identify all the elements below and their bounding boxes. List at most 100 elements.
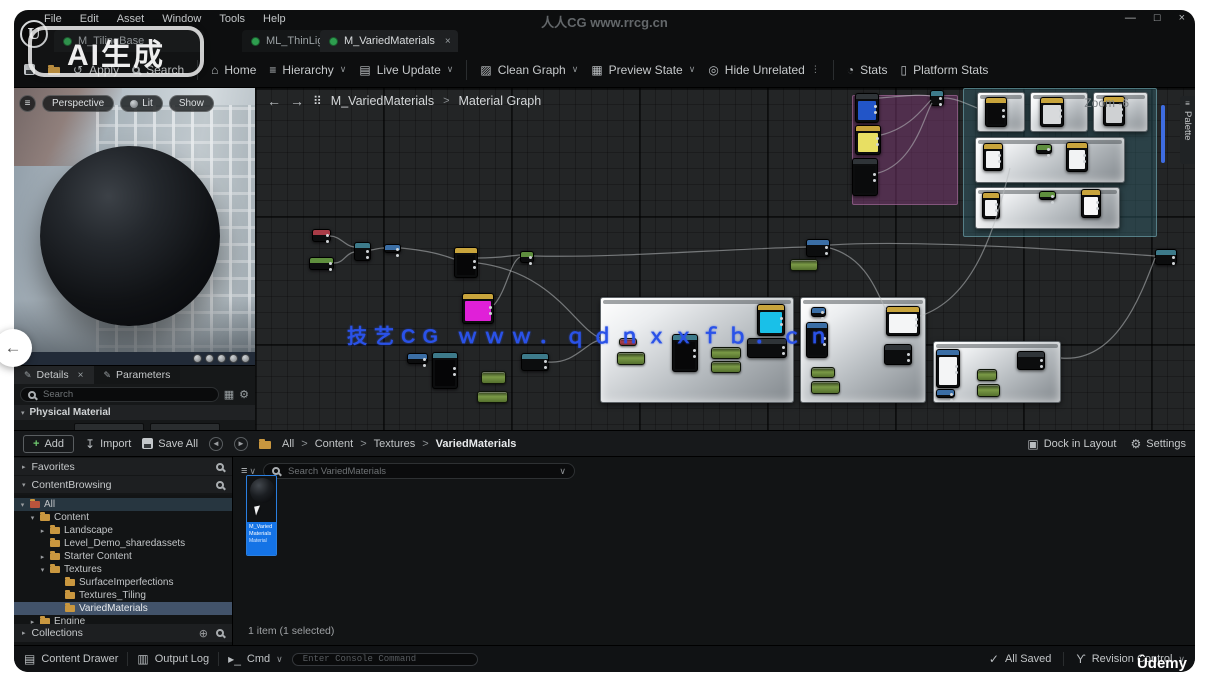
tab-close-icon[interactable]: ×	[78, 370, 84, 381]
tree-item-landscape[interactable]: ▸ Landscape	[14, 524, 232, 537]
material-node[interactable]	[407, 353, 428, 364]
back-arrow-icon[interactable]: ←	[267, 93, 281, 109]
perspective-button[interactable]: Perspective	[42, 95, 114, 112]
palette-tab[interactable]: ≡ Palette	[1180, 96, 1195, 164]
material-node[interactable]	[855, 125, 881, 155]
asset-view[interactable]: ≡∨ ∨ M_Varied Materials Material 1	[233, 457, 1195, 645]
sphere-mesh-icon[interactable]	[205, 354, 214, 363]
material-node[interactable]	[309, 257, 334, 270]
tab-details[interactable]: ✎ Details ×	[14, 366, 94, 384]
breadcrumb-page[interactable]: Material Graph	[459, 94, 542, 108]
chevron-down-icon[interactable]: ∨	[559, 466, 566, 477]
material-node[interactable]	[936, 389, 955, 398]
material-graph-canvas[interactable]: ← → ⠿ M_VariedMaterials > Material Graph…	[255, 88, 1195, 430]
menu-tools[interactable]: Tools	[219, 13, 245, 25]
parameter-node[interactable]	[477, 391, 508, 403]
parameter-node[interactable]	[481, 371, 506, 384]
parameter-node[interactable]	[790, 259, 818, 271]
favorites-header[interactable]: ▸ Favorites	[14, 458, 232, 475]
clean-graph-button[interactable]: ▨ Clean Graph ∨	[480, 63, 578, 77]
material-node[interactable]	[982, 192, 1000, 219]
material-node[interactable]	[520, 251, 534, 263]
import-button[interactable]: ↧ Import	[85, 437, 131, 451]
parameter-node[interactable]	[617, 352, 645, 365]
material-node[interactable]	[855, 93, 879, 123]
collections-header[interactable]: ▸ Collections ⊕	[14, 624, 232, 642]
tab-close-icon[interactable]: ×	[445, 36, 451, 47]
preview-sphere[interactable]	[40, 146, 220, 326]
parameter-node[interactable]	[811, 381, 840, 394]
home-button[interactable]: ⌂ Home	[211, 63, 256, 77]
material-node[interactable]	[930, 90, 944, 106]
palette-scrollbar[interactable]	[1161, 105, 1165, 163]
add-collection-icon[interactable]: ⊕	[199, 627, 208, 640]
parameter-node[interactable]	[977, 369, 997, 381]
hide-unrelated-button[interactable]: ◎ Hide Unrelated ⋮	[708, 63, 820, 77]
breadcrumb-asset[interactable]: M_VariedMaterials	[331, 94, 434, 108]
tree-item-textures[interactable]: ▾ Textures	[14, 563, 232, 576]
material-preview-viewport[interactable]: ≡ Perspective Lit Show	[14, 88, 255, 365]
asset-search-box[interactable]: ∨	[263, 463, 575, 479]
close-button[interactable]: ×	[1179, 12, 1185, 24]
lit-mode-button[interactable]: Lit	[120, 95, 163, 112]
menu-file[interactable]: File	[44, 13, 62, 25]
all-saved-button[interactable]: ✓ All Saved	[989, 652, 1052, 666]
platform-stats-button[interactable]: ▯ Platform Stats	[900, 63, 988, 77]
tab-varied-materials[interactable]: M_VariedMaterials ×	[320, 30, 458, 52]
material-node[interactable]	[936, 349, 960, 388]
dock-in-layout-button[interactable]: ▣ Dock in Layout	[1027, 437, 1116, 451]
material-node[interactable]	[886, 306, 920, 336]
content-drawer-button[interactable]: ▤ Content Drawer	[24, 652, 118, 666]
material-node[interactable]	[1017, 351, 1045, 370]
tree-item-content[interactable]: ▾ Content	[14, 511, 232, 524]
asset-search-input[interactable]	[286, 465, 553, 478]
preview-state-button[interactable]: ▦ Preview State ∨	[591, 63, 695, 77]
material-node[interactable]	[811, 307, 826, 317]
sources-header[interactable]: ▾ ContentBrowsing	[14, 476, 232, 493]
material-node[interactable]	[454, 247, 478, 278]
cmd-dropdown[interactable]: ▸_ Cmd ∨	[228, 652, 283, 666]
material-node[interactable]	[354, 242, 371, 261]
search-icon[interactable]	[216, 463, 224, 471]
parameter-node[interactable]	[977, 384, 1000, 397]
search-icon[interactable]	[216, 629, 224, 637]
stats-button[interactable]: ◔ Stats	[847, 63, 888, 77]
console-input-box[interactable]	[292, 653, 478, 666]
console-input[interactable]	[301, 653, 469, 665]
history-forward-icon[interactable]: ►	[234, 437, 248, 451]
details-search-box[interactable]	[20, 387, 219, 402]
forward-arrow-icon[interactable]: →	[290, 93, 304, 109]
tree-item-varied-materials[interactable]: VariedMaterials	[14, 602, 232, 615]
material-node[interactable]	[521, 353, 549, 371]
path-all[interactable]: All	[282, 438, 294, 450]
details-search-input[interactable]	[41, 388, 211, 401]
path-varied-materials[interactable]: VariedMaterials	[436, 438, 517, 450]
settings-button[interactable]: ⚙ Settings	[1130, 437, 1186, 451]
tree-item-all[interactable]: ▾ All	[14, 498, 232, 511]
save-all-button[interactable]: Save All	[142, 438, 198, 450]
material-node[interactable]	[1036, 144, 1052, 154]
tab-parameters[interactable]: ✎ Parameters	[94, 366, 181, 384]
maximize-button[interactable]: □	[1154, 12, 1161, 24]
show-button[interactable]: Show	[169, 95, 214, 112]
tree-item-surface-imperfections[interactable]: SurfaceImperfections	[14, 576, 232, 589]
material-node[interactable]	[1081, 189, 1101, 218]
minimize-button[interactable]: —	[1125, 12, 1136, 24]
asset-tile-varied-materials[interactable]: M_Varied Materials Material	[246, 475, 277, 556]
output-log-button[interactable]: ▥ Output Log	[137, 652, 209, 666]
search-icon[interactable]	[216, 481, 224, 489]
tree-item-level-demo[interactable]: Level_Demo_sharedassets	[14, 537, 232, 550]
cylinder-mesh-icon[interactable]	[193, 354, 202, 363]
menu-edit[interactable]: Edit	[80, 13, 99, 25]
material-node[interactable]	[1039, 191, 1056, 200]
material-node[interactable]	[1040, 97, 1064, 127]
path-textures[interactable]: Textures	[374, 438, 416, 450]
path-content[interactable]: Content	[315, 438, 354, 450]
history-back-icon[interactable]: ◄	[209, 437, 223, 451]
material-node[interactable]	[884, 344, 912, 365]
live-update-button[interactable]: ▤ Live Update ∨	[359, 63, 453, 77]
add-button[interactable]: + Add	[23, 435, 74, 453]
material-node[interactable]	[806, 239, 830, 257]
material-node[interactable]	[384, 244, 401, 253]
material-node[interactable]	[983, 143, 1003, 171]
